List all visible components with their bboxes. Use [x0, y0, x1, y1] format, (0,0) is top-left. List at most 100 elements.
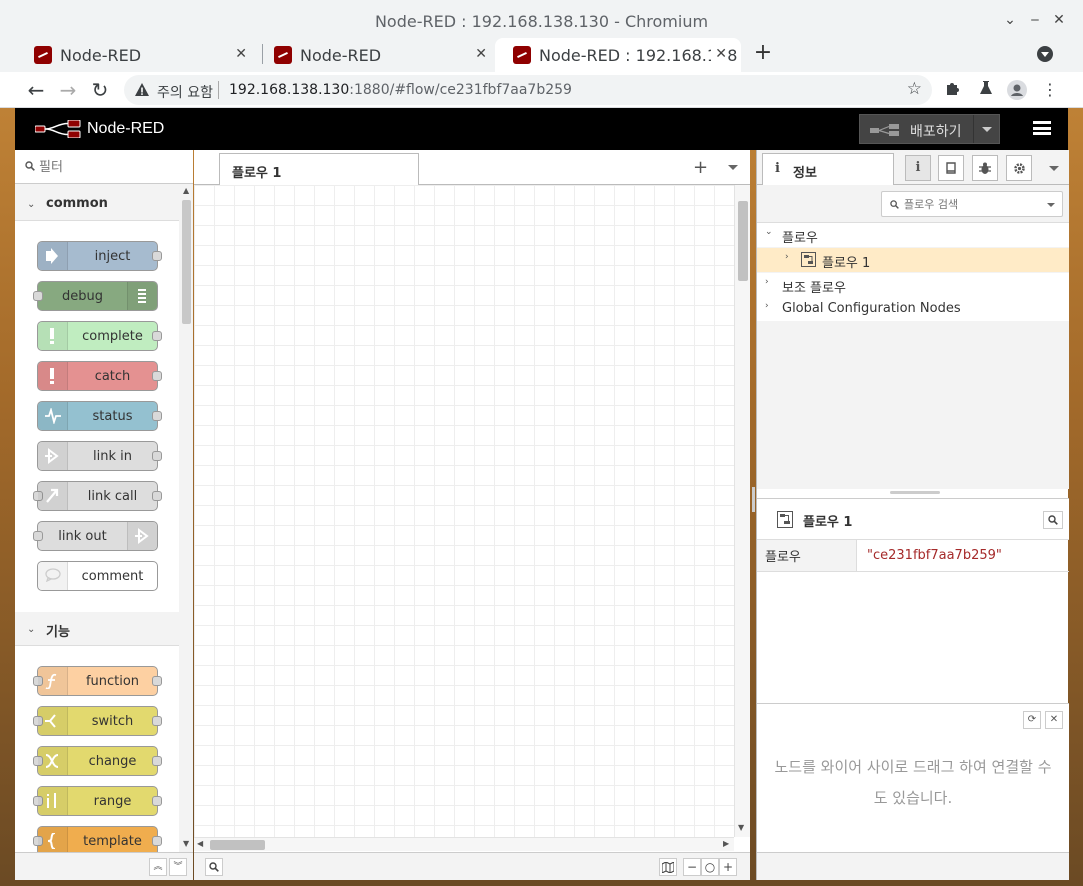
output-port[interactable]: [152, 331, 162, 341]
tab-info[interactable]: i 정보: [762, 153, 894, 186]
zoom-reset-circle-icon[interactable]: ○: [701, 858, 719, 876]
flow-canvas[interactable]: [194, 185, 734, 837]
canvas-vertical-scrollbar[interactable]: ▼: [734, 185, 750, 837]
output-port[interactable]: [152, 451, 162, 461]
add-flow-plus-icon[interactable]: +: [693, 157, 708, 178]
browser-tab-3-active[interactable]: Node-RED : 192.168.138 ✕: [495, 38, 741, 72]
main-menu-hamburger-icon[interactable]: [1033, 121, 1051, 135]
palette-category-common[interactable]: ⌄ common: [15, 187, 179, 221]
security-warning-text[interactable]: 주의 요함: [157, 82, 213, 102]
config-gear-icon[interactable]: [1006, 155, 1032, 181]
output-port[interactable]: [152, 716, 162, 726]
tree-item-flows[interactable]: ⌄ 플로우: [757, 223, 1069, 247]
workspace-footer: − ○ +: [194, 852, 750, 880]
palette-node-status[interactable]: status: [37, 401, 162, 431]
address-bar[interactable]: 주의 요함 192.168.138.130:1880/#flow/ce231fb…: [124, 75, 932, 105]
scrollbar-thumb[interactable]: [182, 200, 191, 324]
change-shuffle-icon: [38, 747, 68, 775]
palette-node-switch[interactable]: switch: [33, 706, 162, 736]
extensions-puzzle-icon[interactable]: [943, 80, 963, 100]
close-window-button[interactable]: ✕: [1052, 13, 1066, 27]
palette-filter-input[interactable]: [39, 158, 179, 176]
palette-node-range[interactable]: range: [33, 786, 162, 816]
url-path: :1880/#flow/ce231fbf7aa7b259: [349, 82, 572, 98]
help-book-icon[interactable]: [938, 155, 964, 181]
zoom-in-plus-icon[interactable]: +: [719, 858, 737, 876]
scroll-down-arrow-icon[interactable]: ▼: [738, 823, 744, 832]
palette-node-complete[interactable]: complete: [37, 321, 162, 351]
bookmark-star-icon[interactable]: ☆: [907, 79, 922, 99]
sidebar-menu-chevron-down-icon[interactable]: [1049, 166, 1059, 171]
minimize-chevron-icon[interactable]: ⌄: [1003, 13, 1017, 27]
palette-node-template[interactable]: template: [33, 826, 162, 852]
flow-search-box[interactable]: [881, 191, 1063, 217]
palette-node-change[interactable]: change: [33, 746, 162, 776]
palette-scrollbar[interactable]: ▲ ▼: [180, 184, 193, 852]
expand-all-chevrons-down-icon[interactable]: ︾: [169, 858, 187, 876]
tab-close-icon[interactable]: ✕: [711, 46, 727, 62]
forward-arrow-icon[interactable]: →: [56, 78, 80, 102]
panel-resize-grip[interactable]: [890, 491, 940, 494]
scroll-left-arrow-icon[interactable]: ◀: [197, 839, 203, 848]
scrollbar-thumb[interactable]: [738, 201, 748, 281]
palette-node-link-in[interactable]: link in: [37, 441, 162, 471]
tab-title: Node-RED: [60, 45, 142, 65]
tree-item-flow-1[interactable]: › 플로우 1: [757, 248, 1069, 272]
sidebar-resize-handle[interactable]: [752, 487, 755, 512]
output-port[interactable]: [152, 491, 162, 501]
tab-search-icon[interactable]: [1037, 46, 1053, 62]
reload-icon[interactable]: ↻: [88, 78, 112, 102]
output-port[interactable]: [152, 676, 162, 686]
output-port[interactable]: [152, 371, 162, 381]
collapse-all-chevrons-up-icon[interactable]: ︽: [149, 858, 167, 876]
refresh-tip-icon[interactable]: ⟳: [1023, 711, 1041, 729]
profile-avatar-icon[interactable]: [1007, 80, 1027, 100]
find-in-workspace-search-icon[interactable]: [1043, 511, 1063, 529]
tab-close-icon[interactable]: ✕: [475, 46, 487, 62]
new-tab-icon[interactable]: +: [752, 40, 774, 65]
palette-node-inject[interactable]: inject: [37, 241, 162, 271]
close-tips-icon[interactable]: ✕: [1045, 711, 1063, 729]
palette-node-function[interactable]: function: [33, 666, 162, 696]
scroll-up-arrow-icon[interactable]: ▲: [183, 186, 189, 195]
palette-node-catch[interactable]: catch: [37, 361, 162, 391]
property-row-flow-id: 플로우 "ce231fbf7aa7b259": [757, 540, 1069, 572]
browser-menu-kebab-icon[interactable]: ⋮: [1040, 80, 1060, 100]
output-port[interactable]: [152, 836, 162, 846]
output-port[interactable]: [152, 756, 162, 766]
search-flows-icon[interactable]: [205, 858, 223, 876]
palette-node-comment[interactable]: comment: [37, 561, 158, 591]
url-text[interactable]: 192.168.138.130:1880/#flow/ce231fbf7aa7b…: [229, 82, 572, 98]
navigator-map-icon[interactable]: [659, 858, 677, 876]
scrollbar-thumb[interactable]: [210, 840, 265, 850]
zoom-out-minus-icon[interactable]: −: [683, 858, 701, 876]
canvas-horizontal-scrollbar[interactable]: ◀ ▶: [194, 837, 734, 851]
output-port[interactable]: [152, 251, 162, 261]
scroll-down-arrow-icon[interactable]: ▼: [183, 839, 189, 848]
node-label: debug: [62, 289, 103, 304]
scroll-right-arrow-icon[interactable]: ▶: [723, 839, 729, 848]
deploy-dropdown-chevron-icon[interactable]: [973, 115, 999, 143]
output-port[interactable]: [152, 796, 162, 806]
debug-bug-icon[interactable]: [972, 155, 998, 181]
info-tab-button-icon[interactable]: i: [905, 155, 931, 181]
flow-list-chevron-down-icon[interactable]: [728, 165, 738, 170]
deploy-button[interactable]: 배포하기: [859, 114, 1000, 144]
tree-item-global-config[interactable]: › Global Configuration Nodes: [757, 297, 1069, 321]
back-arrow-icon[interactable]: ←: [24, 78, 48, 102]
browser-tab-2[interactable]: Node-RED ✕: [256, 38, 501, 72]
palette-node-link-call[interactable]: link call: [33, 481, 162, 511]
tree-item-subflows[interactable]: › 보조 플로우: [757, 273, 1069, 297]
warning-triangle-icon[interactable]: [134, 82, 150, 98]
tab-flow-1[interactable]: 플로우 1: [219, 153, 419, 186]
search-options-chevron-down-icon[interactable]: [1047, 203, 1055, 207]
flow-search-input[interactable]: [904, 196, 1044, 212]
tab-close-icon[interactable]: ✕: [235, 46, 247, 62]
minimize-button[interactable]: ‒: [1028, 13, 1042, 27]
browser-tab-1[interactable]: Node-RED ✕: [16, 38, 261, 72]
output-port[interactable]: [152, 411, 162, 421]
labs-flask-icon[interactable]: [976, 80, 996, 100]
palette-node-debug[interactable]: debug: [33, 281, 158, 311]
palette-category-function[interactable]: ⌄ 기능: [15, 612, 179, 646]
palette-node-link-out[interactable]: link out: [33, 521, 158, 551]
